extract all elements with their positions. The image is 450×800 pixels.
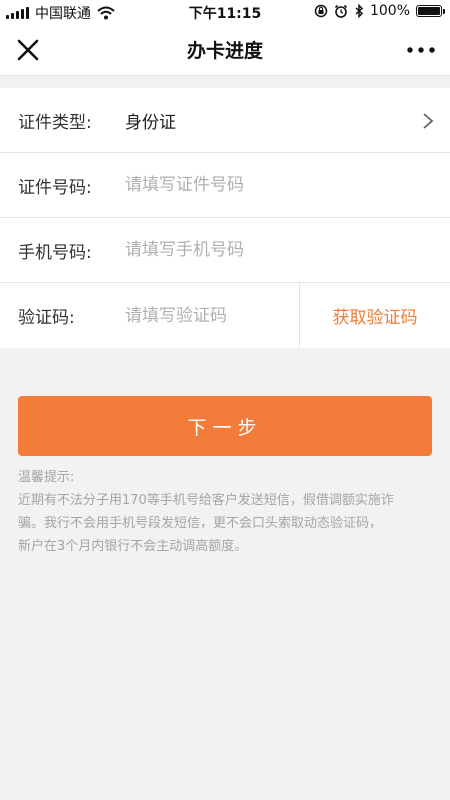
close-icon[interactable]: [14, 36, 42, 64]
code-row: 验证码: 获取验证码: [0, 283, 450, 348]
status-bar: 中国联通 下午11:15 100%: [0, 0, 450, 24]
warm-tips: 温馨提示: 近期有不法分子用170等手机号给客户发送短信，假借调额实施诈 骗。我…: [18, 466, 438, 558]
code-label: 验证码:: [18, 308, 75, 328]
page-title: 办卡进度: [186, 40, 263, 62]
battery-percent: 100%: [369, 3, 410, 19]
chevron-right-icon: [423, 113, 434, 129]
card-progress-form: 证件类型: 身份证 证件号码: 手机号码: 验证码: 获取验证码: [0, 88, 450, 348]
alarm-icon: [334, 4, 348, 18]
status-right: 100%: [314, 3, 445, 19]
id-type-value: 身份证: [125, 112, 176, 133]
battery-icon: [416, 5, 445, 17]
id-type-label: 证件类型:: [18, 112, 92, 133]
get-code-button[interactable]: 获取验证码: [300, 283, 450, 348]
code-input[interactable]: [125, 300, 290, 331]
tips-title: 温馨提示:: [18, 470, 75, 485]
id-type-row[interactable]: 证件类型: 身份证: [0, 88, 450, 153]
more-icon[interactable]: [404, 36, 438, 64]
bluetooth-icon: [355, 4, 364, 18]
phone-label: 手机号码:: [18, 242, 92, 263]
id-number-label: 证件号码:: [18, 177, 92, 198]
id-number-row: 证件号码:: [0, 153, 450, 218]
tips-line: 骗。我行不会用手机号段发短信，更不会口头索取动态验证码，: [18, 516, 383, 531]
navigation-bar: 办卡进度: [0, 24, 450, 76]
tips-line: 新户在3个月内银行不会主动调高额度。: [18, 539, 248, 554]
next-step-button[interactable]: 下一步: [18, 396, 432, 456]
rotation-lock-icon: [314, 4, 328, 18]
id-number-input[interactable]: [125, 170, 345, 200]
phone-row: 手机号码:: [0, 218, 450, 283]
tips-line: 近期有不法分子用170等手机号给客户发送短信，假借调额实施诈: [18, 493, 394, 508]
phone-input[interactable]: [125, 235, 345, 265]
